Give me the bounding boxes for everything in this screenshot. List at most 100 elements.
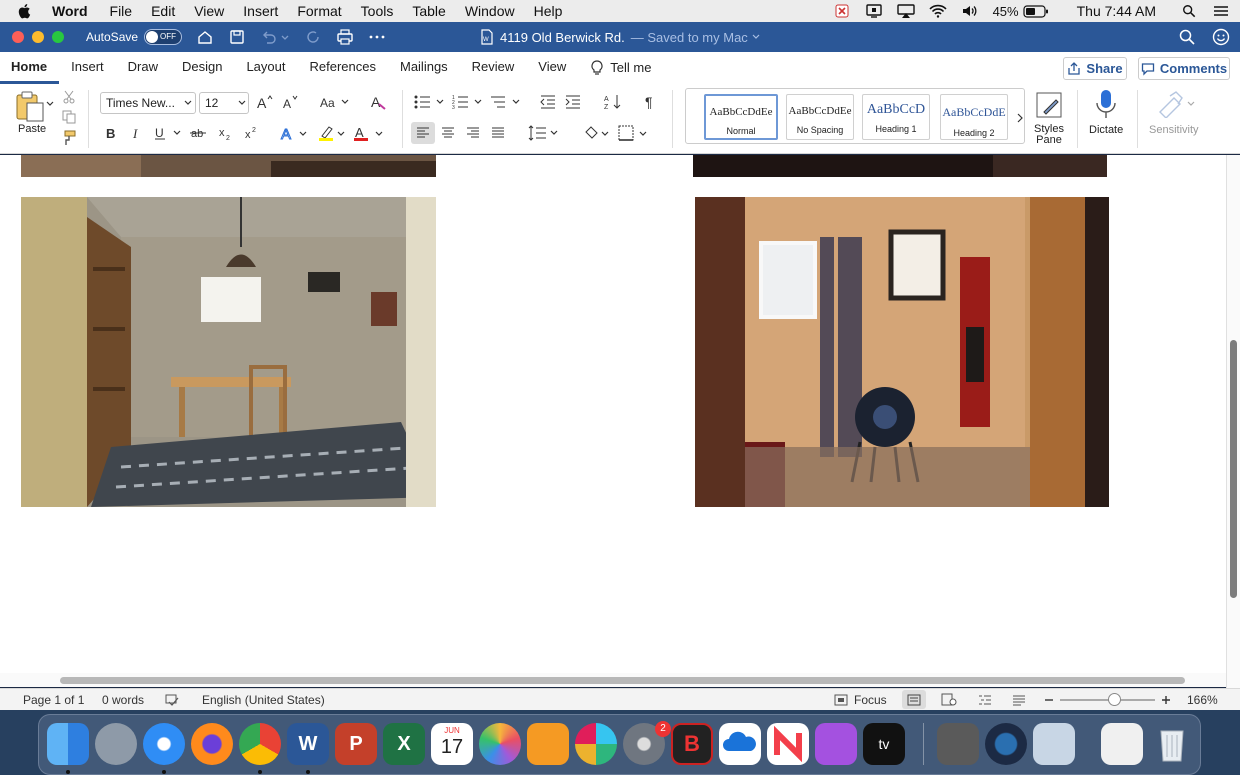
chevron-down-icon[interactable] (184, 99, 192, 107)
firefox-icon[interactable] (191, 723, 233, 765)
cut-icon[interactable] (62, 90, 76, 104)
home-icon[interactable] (196, 28, 214, 46)
change-case-icon[interactable]: Aa (320, 94, 352, 110)
draft-view-icon[interactable] (1012, 694, 1026, 706)
tab-design[interactable]: Design (170, 52, 234, 84)
close-box-icon[interactable] (833, 4, 851, 18)
powerpoint-icon[interactable]: P (335, 723, 377, 765)
control-center-icon[interactable] (1212, 4, 1230, 18)
chrome-window-icon[interactable] (1101, 723, 1143, 765)
tell-me-search[interactable]: Tell me (578, 52, 663, 84)
tab-layout[interactable]: Layout (234, 52, 297, 84)
battery-icon[interactable] (1023, 4, 1049, 18)
style-heading-1[interactable]: AaBbCcD Heading 1 (862, 94, 930, 140)
pages-icon[interactable] (527, 723, 569, 765)
highlight-color-icon[interactable] (318, 124, 348, 142)
document-photo-bedroom[interactable] (695, 197, 1109, 507)
proofing-icon[interactable] (165, 693, 179, 707)
underline-icon[interactable]: U (154, 125, 182, 141)
menu-format[interactable]: Format (297, 3, 341, 19)
autosave-toggle[interactable]: OFF (144, 29, 183, 45)
shading-icon[interactable] (582, 124, 612, 142)
slack-icon[interactable] (575, 723, 617, 765)
word-icon[interactable]: W (287, 723, 329, 765)
style-normal[interactable]: AaBbCcDdEe Normal (704, 94, 778, 140)
window-zoom-button[interactable] (52, 31, 64, 43)
align-right-icon[interactable] (466, 126, 480, 140)
tab-insert[interactable]: Insert (59, 52, 116, 84)
font-name-select[interactable]: Times New... (100, 92, 196, 114)
zoom-out-icon[interactable] (1044, 695, 1054, 705)
feedback-smiley-icon[interactable] (1212, 28, 1230, 46)
safari-icon[interactable] (143, 723, 185, 765)
sort-icon[interactable]: AZ (604, 93, 622, 111)
bold-icon[interactable]: B (104, 125, 118, 141)
justify-icon[interactable] (491, 126, 505, 140)
borders-icon[interactable] (618, 124, 650, 142)
font-color-icon[interactable]: A (354, 124, 386, 142)
zoom-slider-knob[interactable] (1108, 693, 1121, 706)
italic-icon[interactable]: I (130, 125, 144, 141)
page-count[interactable]: Page 1 of 1 (23, 693, 84, 707)
copy-icon[interactable] (62, 110, 76, 124)
podcasts-icon[interactable] (815, 723, 857, 765)
style-heading-2[interactable]: AaBbCcDdE Heading 2 (940, 94, 1008, 140)
quicktime-icon[interactable] (985, 723, 1027, 765)
web-layout-icon[interactable] (941, 693, 957, 707)
vertical-scrollbar[interactable] (1226, 155, 1240, 688)
zoom-level[interactable]: 166% (1187, 693, 1218, 707)
menu-insert[interactable]: Insert (243, 3, 278, 19)
spotlight-search-icon[interactable] (1180, 4, 1198, 18)
excel-icon[interactable]: X (383, 723, 425, 765)
format-painter-icon[interactable] (62, 130, 76, 146)
tab-references[interactable]: References (298, 52, 388, 84)
trash-icon[interactable] (1151, 723, 1193, 765)
menu-help[interactable]: Help (534, 3, 563, 19)
tab-mailings[interactable]: Mailings (388, 52, 460, 84)
line-spacing-icon[interactable] (528, 125, 560, 141)
menu-edit[interactable]: Edit (151, 3, 175, 19)
styles-pane-icon[interactable] (1034, 90, 1064, 120)
chevron-down-icon[interactable] (238, 99, 246, 107)
paragraph-marks-icon[interactable]: ¶ (644, 93, 658, 111)
photos-icon[interactable] (479, 723, 521, 765)
calculator-icon[interactable] (937, 723, 979, 765)
tab-draw[interactable]: Draw (116, 52, 170, 84)
apple-tv-icon[interactable]: tv (863, 723, 905, 765)
document-title[interactable]: W 4119 Old Berwick Rd. — Saved to my Mac (480, 22, 761, 52)
language[interactable]: English (United States) (202, 693, 325, 707)
multilevel-list-icon[interactable] (490, 94, 522, 110)
vertical-scroll-thumb[interactable] (1230, 340, 1237, 598)
window-close-button[interactable] (12, 31, 24, 43)
menu-file[interactable]: File (110, 3, 133, 19)
align-center-icon[interactable] (441, 126, 455, 140)
outline-view-icon[interactable] (978, 694, 992, 706)
menu-tools[interactable]: Tools (361, 3, 394, 19)
print-icon[interactable] (336, 28, 354, 46)
menu-table[interactable]: Table (412, 3, 445, 19)
menu-app-word[interactable]: Word (52, 3, 88, 19)
apple-menu-icon[interactable] (16, 2, 34, 20)
subscript-icon[interactable]: x2 (218, 125, 234, 141)
finder-icon[interactable] (47, 723, 89, 765)
onedrive-icon[interactable] (719, 723, 761, 765)
horizontal-scroll-thumb[interactable] (60, 677, 1185, 684)
chevron-down-icon[interactable] (280, 28, 290, 46)
paste-icon[interactable] (14, 90, 48, 124)
increase-indent-icon[interactable] (565, 94, 581, 110)
share-button[interactable]: Share (1063, 57, 1127, 80)
volume-icon[interactable] (961, 4, 979, 18)
wifi-icon[interactable] (928, 4, 947, 18)
decrease-indent-icon[interactable] (540, 94, 556, 110)
zoom-in-icon[interactable] (1161, 695, 1171, 705)
menu-view[interactable]: View (194, 3, 224, 19)
sensitivity-icon[interactable] (1156, 90, 1196, 118)
search-icon[interactable] (1178, 28, 1196, 46)
more-options-icon[interactable] (368, 28, 386, 46)
preview-icon[interactable] (1033, 723, 1075, 765)
chevron-right-icon[interactable] (1016, 113, 1024, 123)
comments-button[interactable]: Comments (1138, 57, 1230, 80)
tab-home[interactable]: Home (0, 52, 60, 84)
superscript-icon[interactable]: x2 (244, 125, 260, 141)
calendar-icon[interactable]: JUN 17 (431, 723, 473, 765)
